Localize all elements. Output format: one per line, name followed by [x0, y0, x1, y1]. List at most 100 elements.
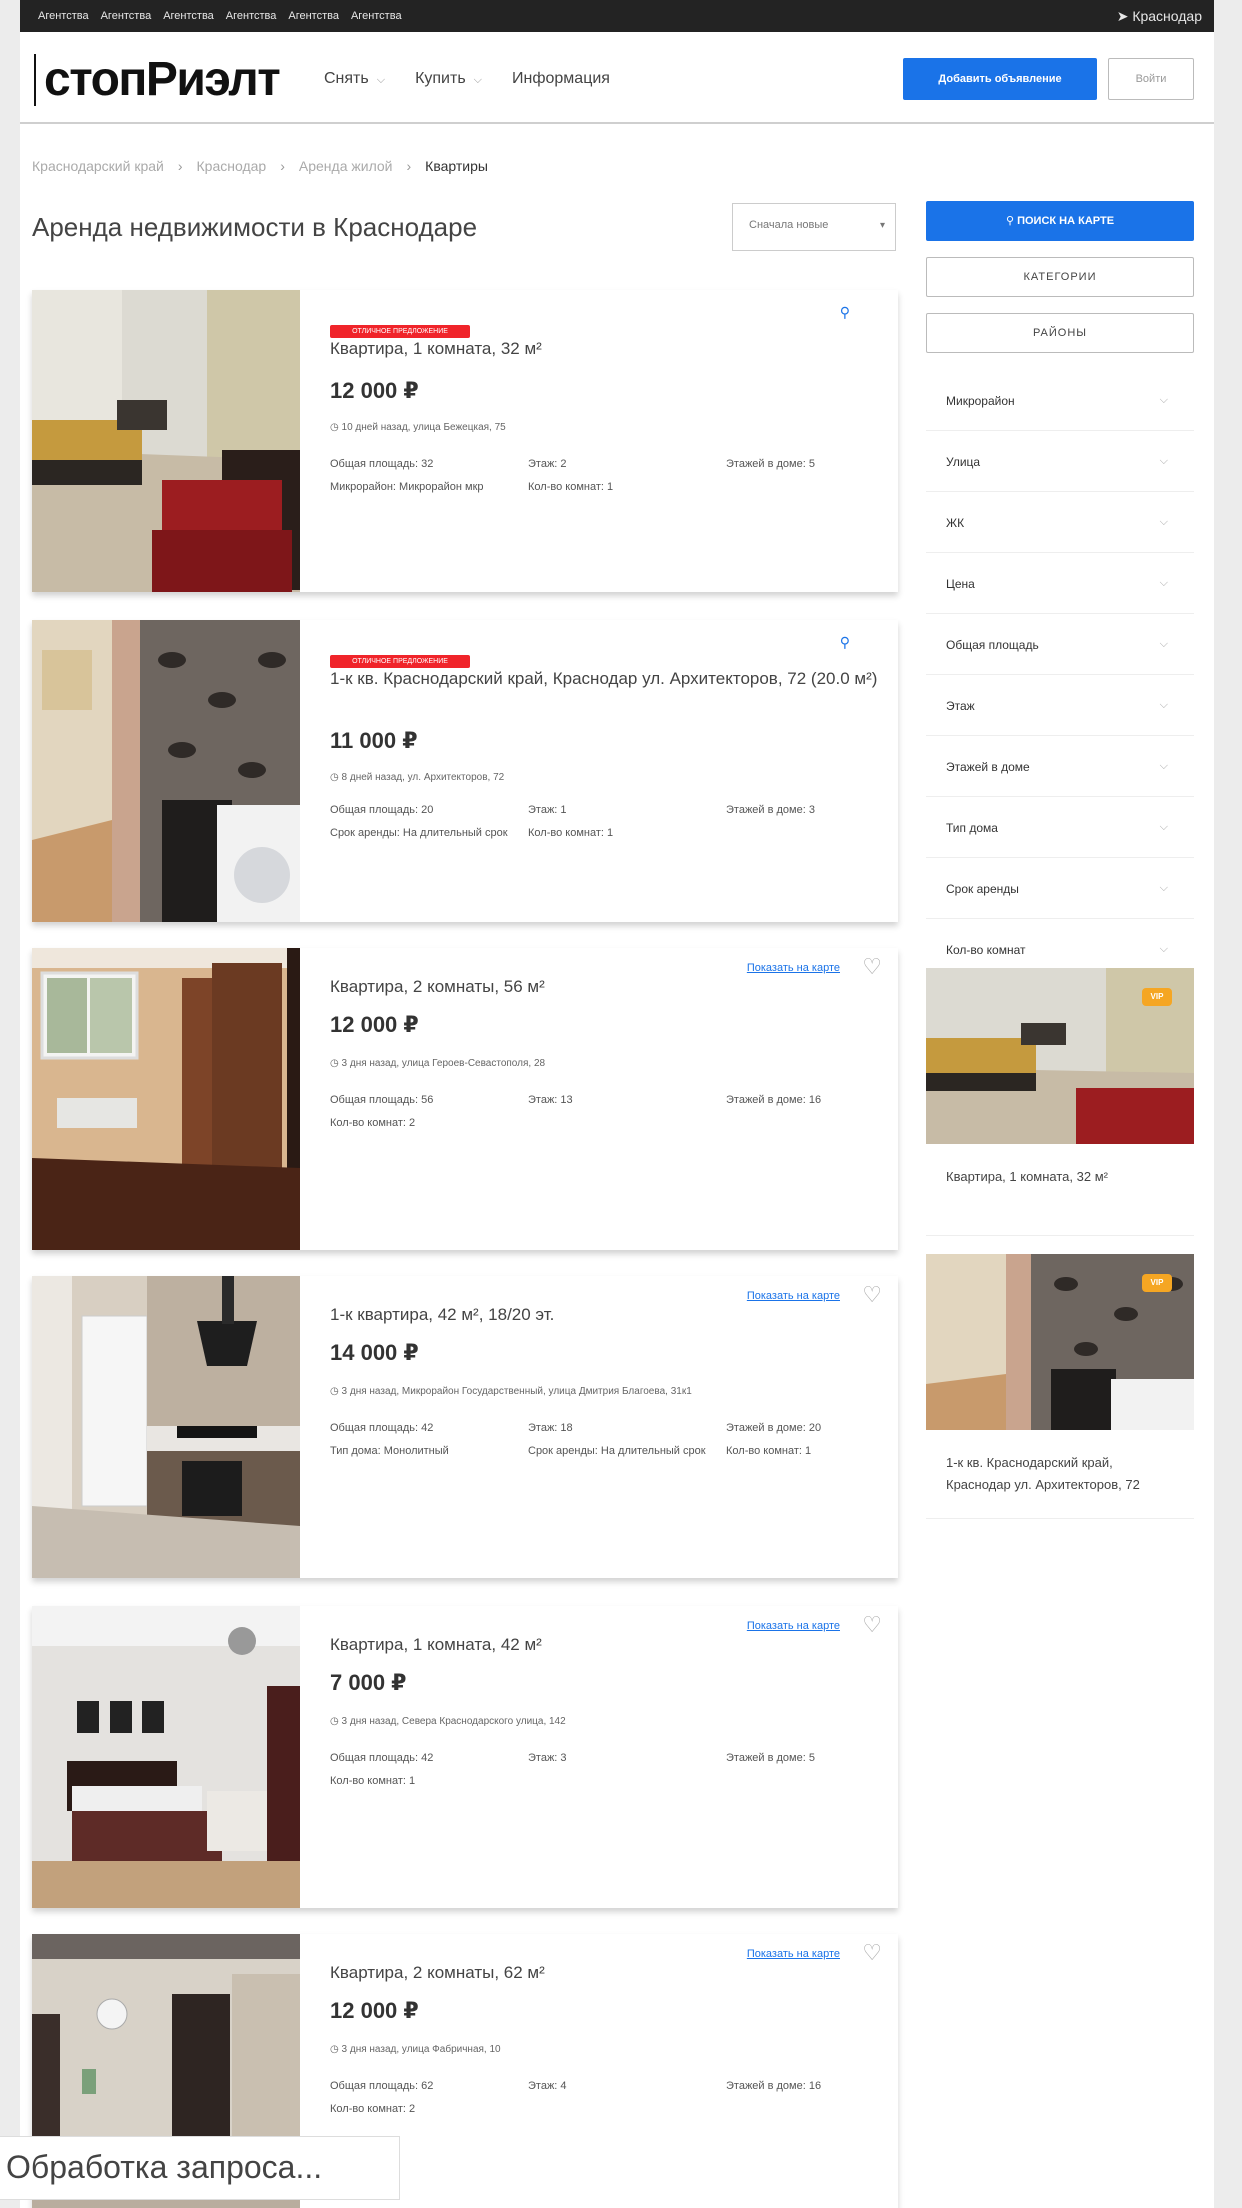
- breadcrumb-current: Квартиры: [425, 158, 488, 174]
- filter-area[interactable]: Общая площадь ⌵: [926, 614, 1194, 675]
- vip-listing[interactable]: VIP 1-к кв. Краснодарский край, Краснода…: [926, 1254, 1194, 1519]
- site-logo[interactable]: стопРиэлт: [34, 54, 281, 106]
- filter-label: Этаж: [946, 699, 975, 713]
- page: Агентства Агентства Агентства Агентства …: [20, 0, 1214, 2208]
- show-on-map-link[interactable]: Показать на карте: [747, 1290, 840, 1302]
- heart-icon[interactable]: ♡: [862, 956, 882, 978]
- vip-title[interactable]: Квартира, 1 комната, 32 м²: [926, 1144, 1194, 1236]
- listing-card[interactable]: 1-к квартира, 42 м², 18/20 эт. 14 000 ₽ …: [32, 1276, 898, 1578]
- filter-floors-total[interactable]: Этажей в доме ⌵: [926, 736, 1194, 797]
- header: стопРиэлт Снять ⌵ Купить ⌵ Информация Доба…: [20, 32, 1214, 124]
- top-link[interactable]: Агентства: [351, 10, 402, 22]
- login-button[interactable]: Войти: [1108, 58, 1194, 100]
- heart-icon[interactable]: ♡: [862, 1614, 882, 1636]
- top-link[interactable]: Агентства: [38, 10, 89, 22]
- filter-label: Общая площадь: [946, 638, 1039, 652]
- filter-street[interactable]: Улица ⌵: [926, 431, 1194, 492]
- listing-params: Общая площадь: 20 Этаж: 1 Этажей в доме:…: [330, 804, 890, 840]
- chevron-down-icon: ⌵: [473, 74, 482, 86]
- listing-address: ◷ 3 дня назад, Микрорайон Государственны…: [330, 1386, 692, 1397]
- chevron-right-icon: ›: [177, 158, 183, 174]
- listing-address: ◷ 8 дней назад, ул. Архитекторов, 72: [330, 772, 504, 783]
- filter-label: ЖК: [946, 516, 965, 530]
- param: Кол-во комнат: 1: [528, 827, 614, 839]
- districts-button[interactable]: РАЙОНЫ: [926, 313, 1194, 353]
- filter-floor[interactable]: Этаж ⌵: [926, 675, 1194, 736]
- heart-icon[interactable]: ♡: [862, 1942, 882, 1964]
- city-label: Краснодар: [1132, 8, 1202, 24]
- listing-photo[interactable]: [32, 1606, 300, 1908]
- listing-photo[interactable]: [32, 948, 300, 1250]
- vip-title[interactable]: 1-к кв. Краснодарский край, Краснодар ул…: [926, 1430, 1194, 1519]
- clock-icon: ◷: [330, 1058, 342, 1069]
- vip-listing[interactable]: VIP Квартира, 1 комната, 32 м²: [926, 968, 1194, 1236]
- filter-price[interactable]: Цена ⌵: [926, 553, 1194, 614]
- listing-photo[interactable]: [32, 290, 300, 592]
- listing-title[interactable]: 1-к кв. Краснодарский край, Краснодар ул…: [330, 668, 890, 690]
- listing-card[interactable]: ОТЛИЧНОЕ ПРЕДЛОЖЕНИЕ Квартира, 1 комната…: [32, 290, 898, 592]
- address-text: 3 дня назад, Севера Краснодарского улица…: [341, 1716, 566, 1727]
- listing-photo[interactable]: [32, 620, 300, 922]
- filter-label: Микрорайон: [946, 394, 1015, 408]
- map-search-label: ПОИСК НА КАРТЕ: [1017, 215, 1115, 227]
- categories-button[interactable]: КАТЕГОРИИ: [926, 257, 1194, 297]
- map-pin-icon[interactable]: ⚲: [840, 304, 850, 321]
- filter-microdistrict[interactable]: Микрорайон ⌵: [926, 370, 1194, 431]
- map-search-button[interactable]: ⚲ ПОИСК НА КАРТЕ: [926, 201, 1194, 241]
- filter-complex[interactable]: ЖК ⌵: [926, 492, 1194, 553]
- sort-select[interactable]: Сначала новые ▾: [732, 203, 896, 251]
- listing-card[interactable]: ОТЛИЧНОЕ ПРЕДЛОЖЕНИЕ 1-к кв. Краснодарск…: [32, 620, 898, 922]
- listing-card[interactable]: Квартира, 2 комнаты, 56 м² 12 000 ₽ ◷ 3 …: [32, 948, 898, 1250]
- breadcrumb-item[interactable]: Краснодар: [197, 158, 267, 174]
- show-on-map-link[interactable]: Показать на карте: [747, 1948, 840, 1960]
- listing-photo[interactable]: [32, 1276, 300, 1578]
- filter-list: Микрорайон ⌵ Улица ⌵ ЖК ⌵ Цена ⌵ Общая площа…: [926, 370, 1194, 980]
- vip-photo[interactable]: VIP: [926, 1254, 1194, 1430]
- listing-card[interactable]: Квартира, 1 комната, 42 м² 7 000 ₽ ◷ 3 д…: [32, 1606, 898, 1908]
- nav-buy[interactable]: Купить ⌵: [415, 70, 482, 88]
- listing-title[interactable]: Квартира, 2 комнаты, 56 м²: [330, 976, 545, 998]
- filter-label: Цена: [946, 577, 975, 591]
- top-link[interactable]: Агентства: [288, 10, 339, 22]
- chevron-down-icon: ⌵: [1159, 638, 1168, 650]
- chevron-down-icon: ▾: [879, 220, 885, 231]
- listing-title[interactable]: Квартира, 1 комната, 42 м²: [330, 1634, 542, 1656]
- listing-price: 12 000 ₽: [330, 1998, 419, 2023]
- show-on-map-link[interactable]: Показать на карте: [747, 962, 840, 974]
- param: Этаж: 18: [528, 1422, 573, 1434]
- vip-badge: VIP: [1142, 988, 1172, 1006]
- chevron-down-icon: ⌵: [1159, 516, 1168, 528]
- city-selector[interactable]: ➤ Краснодар: [1117, 8, 1202, 25]
- top-link[interactable]: Агентства: [226, 10, 277, 22]
- heart-icon[interactable]: ♡: [862, 1284, 882, 1306]
- filter-house-type[interactable]: Тип дома ⌵: [926, 797, 1194, 858]
- listing-title[interactable]: Квартира, 2 комнаты, 62 м²: [330, 1962, 545, 1984]
- map-pin-icon[interactable]: ⚲: [840, 634, 850, 651]
- param: Микрорайон: Микрорайон мкр: [330, 481, 484, 493]
- param: Этажей в доме: 5: [726, 1752, 815, 1764]
- nav-label: Снять: [324, 70, 369, 87]
- listing-title[interactable]: Квартира, 1 комната, 32 м²: [330, 338, 542, 360]
- breadcrumb-item[interactable]: Аренда жилой: [299, 158, 393, 174]
- listing-title[interactable]: 1-к квартира, 42 м², 18/20 эт.: [330, 1304, 554, 1326]
- offer-badge: ОТЛИЧНОЕ ПРЕДЛОЖЕНИЕ: [330, 325, 470, 338]
- chevron-down-icon: ⌵: [1159, 882, 1168, 894]
- filter-rent-term[interactable]: Срок аренды ⌵: [926, 858, 1194, 919]
- clock-icon: ◷: [330, 772, 342, 783]
- breadcrumb-item[interactable]: Краснодарский край: [32, 158, 164, 174]
- show-on-map-link[interactable]: Показать на карте: [747, 1620, 840, 1632]
- sort-value: Сначала новые: [749, 219, 829, 231]
- listing-price: 12 000 ₽: [330, 1012, 419, 1037]
- top-link[interactable]: Агентства: [101, 10, 152, 22]
- param: Этаж: 13: [528, 1094, 573, 1106]
- nav-rent[interactable]: Снять ⌵: [324, 70, 385, 88]
- vip-photo[interactable]: VIP: [926, 968, 1194, 1144]
- vip-badge: VIP: [1142, 1274, 1172, 1292]
- add-listing-button[interactable]: Добавить объявление: [903, 58, 1097, 100]
- nav-info[interactable]: Информация: [512, 70, 610, 88]
- top-link[interactable]: Агентства: [163, 10, 214, 22]
- param: Общая площадь: 42: [330, 1752, 434, 1764]
- param: Этажей в доме: 20: [726, 1422, 822, 1434]
- chevron-down-icon: ⌵: [1159, 821, 1168, 833]
- listing-price: 12 000 ₽: [330, 378, 419, 403]
